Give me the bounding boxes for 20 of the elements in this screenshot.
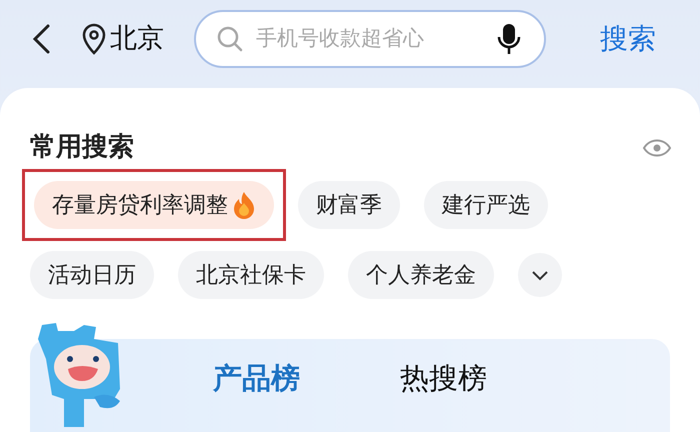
search-button[interactable]: 搜索 [600, 18, 656, 60]
search-chip[interactable]: 存量房贷利率调整 [34, 181, 274, 229]
back-icon[interactable] [30, 23, 52, 55]
search-chip[interactable]: 北京社保卡 [178, 251, 324, 299]
chevron-icon [531, 269, 549, 281]
search-bar[interactable]: 手机号收款超省心 [194, 10, 546, 68]
section-title: 常用搜索 [30, 131, 134, 164]
search-icon [216, 25, 244, 53]
city-label[interactable]: 北京 [110, 18, 164, 60]
rank-tab[interactable]: 产品榜 [213, 357, 300, 400]
rank-tab[interactable]: 热搜榜 [400, 357, 487, 400]
flame-icon [232, 191, 256, 219]
search-chip[interactable]: 建行严选 [424, 181, 548, 229]
microphone-icon[interactable] [496, 22, 522, 56]
search-chip[interactable]: 财富季 [298, 181, 400, 229]
location-pin-icon [82, 23, 106, 55]
search-input[interactable]: 手机号收款超省心 [256, 23, 496, 55]
eye-icon[interactable] [642, 136, 672, 158]
search-chip[interactable]: 活动日历 [30, 251, 154, 299]
search-chip[interactable]: 个人养老金 [348, 251, 494, 299]
